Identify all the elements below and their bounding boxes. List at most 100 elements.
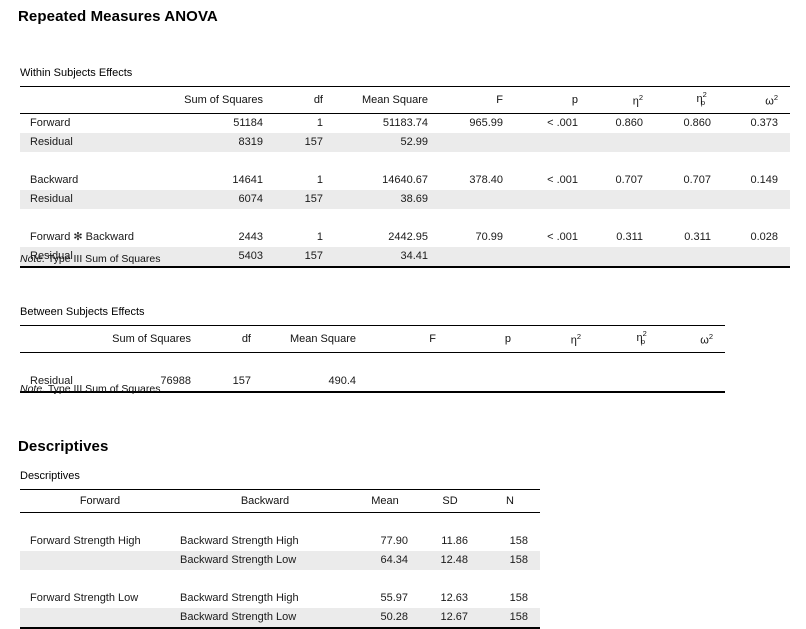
cell-sum-of-squares: 14641 (232, 173, 263, 186)
column-header-mean: Mean (371, 495, 399, 507)
note-text: Type III Sum of Squares (45, 253, 161, 265)
cell-eta-squared (590, 189, 655, 209)
cell-forward: Forward Strength High (30, 535, 141, 547)
column-header-sd: SD (442, 495, 458, 507)
cell-effect: Residual (20, 189, 170, 209)
table-row-spacer (20, 570, 540, 589)
between-subjects-note: Note. Type III Sum of Squares (20, 383, 160, 395)
cell-df: 157 (275, 246, 335, 267)
within-subjects-caption: Within Subjects Effects (20, 67, 133, 79)
cell-eta-squared: 0.311 (616, 230, 643, 243)
within-subjects-note: Note. Type III Sum of Squares (20, 253, 160, 265)
column-header-p: p (571, 93, 578, 106)
column-header-mean-square: Mean Square (289, 332, 356, 345)
cell-effect: Forward (30, 116, 71, 129)
cell-omega-squared (723, 246, 790, 267)
cell-backward: Backward Strength Low (180, 608, 350, 628)
table-row-spacer (20, 352, 725, 372)
column-header-forward: Forward (79, 495, 121, 507)
cell-omega-squared: 0.149 (750, 173, 778, 186)
within-subjects-note-block: Note. Type III Sum of Squares (20, 251, 160, 265)
cell-f: 70.99 (475, 230, 503, 243)
cell-mean: 50.28 (350, 608, 420, 628)
column-header-df: df (313, 93, 323, 106)
cell-backward: Backward Strength Low (180, 551, 350, 570)
cell-df: 157 (275, 132, 335, 152)
between-subjects-caption: Between Subjects Effects (20, 306, 145, 318)
cell-eta-squared: 0.707 (615, 173, 643, 186)
cell-f: 965.99 (469, 116, 503, 129)
within-subjects-table-block: Sum of Squares df Mean Square F p η2 η2p… (20, 86, 790, 268)
column-header-n: N (506, 495, 514, 507)
table-row: Backward Strength Low 64.34 12.48 158 (20, 551, 540, 570)
cell-forward (20, 608, 180, 628)
cell-df: 1 (316, 116, 323, 129)
between-subjects-caption-block: Between Subjects Effects (20, 306, 145, 318)
table-header-row: Sum of Squares df Mean Square F p η2 η2p… (20, 325, 725, 353)
descriptives-caption: Descriptives (20, 470, 80, 482)
cell-f (368, 372, 448, 392)
page-title-block: Repeated Measures ANOVA (18, 8, 218, 25)
cell-eta-squared (590, 246, 655, 267)
cell-mean: 64.34 (350, 551, 420, 570)
cell-forward: Forward Strength Low (30, 592, 139, 604)
cell-p (515, 132, 590, 152)
cell-effect: Backward (30, 173, 79, 186)
cell-n: 158 (480, 608, 540, 628)
cell-mean-square: 14640.67 (382, 173, 428, 186)
cell-effect: Residual (20, 132, 170, 152)
within-subjects-caption-block: Within Subjects Effects (20, 67, 132, 79)
cell-backward: Backward Strength High (180, 592, 299, 604)
note-text: Type III Sum of Squares (45, 383, 161, 395)
descriptives-table-block: Forward Backward Mean SD N Forward Stren… (20, 489, 540, 629)
table-row: Residual 8319 157 52.99 (20, 132, 790, 152)
cell-partial-eta-squared: 0.707 (683, 173, 711, 186)
table-row: Forward Strength Low Backward Strength H… (20, 589, 540, 608)
table-row: Backward Strength Low 50.28 12.67 158 (20, 608, 540, 628)
between-subjects-note-block: Note. Type III Sum of Squares (20, 381, 160, 395)
cell-backward: Backward Strength High (180, 535, 299, 547)
cell-omega-squared (723, 132, 790, 152)
cell-mean-square: 490.4 (328, 374, 356, 387)
cell-partial-eta-squared (655, 246, 723, 267)
cell-partial-eta-squared (655, 189, 723, 209)
cell-omega-squared (663, 372, 725, 392)
analysis-results-page: Repeated Measures ANOVA Within Subjects … (0, 0, 806, 628)
cell-f (440, 132, 515, 152)
within-subjects-table-body: Forward 51184 1 51183.74 965.99 < .001 0… (20, 113, 790, 267)
descriptives-heading-block: Descriptives (18, 438, 108, 455)
cell-p (515, 246, 590, 267)
table-row: Forward ✻ Backward 2443 1 2442.95 70.99 … (20, 228, 790, 247)
descriptives-caption-block: Descriptives (20, 470, 80, 482)
column-header-sum-of-squares: Sum of Squares (112, 332, 191, 345)
cell-df: 1 (316, 230, 323, 243)
cell-p: < .001 (547, 230, 578, 243)
column-header-sum-of-squares: Sum of Squares (184, 93, 263, 106)
column-header-partial-eta-squared: η2p (636, 329, 647, 347)
cell-sum-of-squares: 8319 (170, 132, 275, 152)
column-header-effect (20, 87, 170, 114)
cell-sd: 12.67 (420, 608, 480, 628)
column-header-omega-squared: ω2 (765, 93, 778, 108)
cell-f (440, 246, 515, 267)
cell-n: 158 (480, 551, 540, 570)
cell-sd: 12.63 (440, 592, 468, 604)
cell-p (515, 189, 590, 209)
cell-sd: 12.48 (420, 551, 480, 570)
column-header-omega-squared: ω2 (700, 332, 713, 347)
cell-p (448, 372, 523, 392)
descriptives-heading: Descriptives (18, 438, 109, 455)
column-header-eta-squared: η2 (632, 93, 643, 108)
descriptives-table: Forward Backward Mean SD N Forward Stren… (20, 489, 540, 629)
cell-p: < .001 (547, 173, 578, 186)
cell-mean-square: 2442.95 (388, 230, 428, 243)
cell-df: 157 (275, 189, 335, 209)
cell-f: 378.40 (469, 173, 503, 186)
cell-omega-squared: 0.373 (750, 116, 778, 129)
cell-df: 1 (316, 173, 323, 186)
cell-f (440, 189, 515, 209)
column-header-mean-square: Mean Square (361, 93, 428, 106)
table-row: Residual 6074 157 38.69 (20, 189, 790, 209)
table-row-spacer (20, 151, 790, 171)
cell-partial-eta-squared (655, 132, 723, 152)
